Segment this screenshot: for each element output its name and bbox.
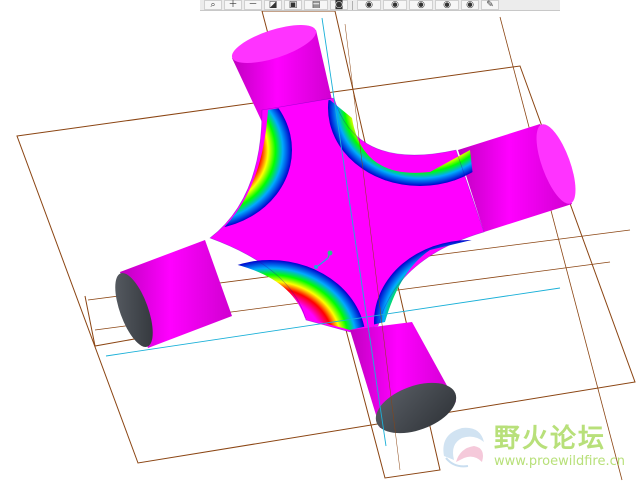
zoom-out-icon: － [248,0,258,10]
zoom-out-button[interactable]: － [244,0,262,10]
datum-planes-button[interactable]: ◉ [357,0,381,10]
toolbar-separator [352,0,353,10]
saved-view-button[interactable]: ▤ [304,0,328,10]
pipe-branch-left [115,240,232,348]
refit-button[interactable]: ◪ [264,0,282,10]
view-toolbar: ⌕ ＋ － ◪ ▣ ▤ ◙ ◉ ◉ ◉ ◉ ◉ ✎ [200,0,560,11]
zoom-window-icon: ⌕ [210,0,216,10]
repaint-button[interactable]: ▣ [284,0,302,10]
annotation-icon: ✎ [486,0,494,10]
visibility-icon: ◉ [466,0,474,10]
zoom-window-button[interactable]: ⌕ [204,0,222,10]
camera-button[interactable]: ◙ [330,0,348,10]
datum-axes-button[interactable]: ◉ [383,0,407,10]
annotation-button[interactable]: ✎ [481,0,499,10]
datum-line-1 [499,16,623,481]
datum-points-icon: ◉ [417,0,425,10]
zoom-in-icon: ＋ [228,0,238,10]
datum-axes-icon: ◉ [391,0,399,10]
watermark-url: www.proewildfire.cn [494,454,625,469]
repaint-icon: ▣ [288,0,298,10]
datum-planes-icon: ◉ [365,0,373,10]
datum-points-button[interactable]: ◉ [409,0,433,10]
watermark-title: 野火论坛 [494,424,607,454]
camera-icon: ◙ [334,0,344,10]
coordinate-systems-button[interactable]: ◉ [435,0,459,10]
refit-icon: ◪ [268,0,278,10]
saved-view-icon: ▤ [311,0,321,10]
visibility-button[interactable]: ◉ [461,0,479,10]
zoom-in-button[interactable]: ＋ [224,0,242,10]
forum-watermark: 野火论坛 www.proewildfire.cn [428,414,628,476]
phoenix-logo-icon [443,427,484,468]
coordinate-systems-icon: ◉ [443,0,451,10]
